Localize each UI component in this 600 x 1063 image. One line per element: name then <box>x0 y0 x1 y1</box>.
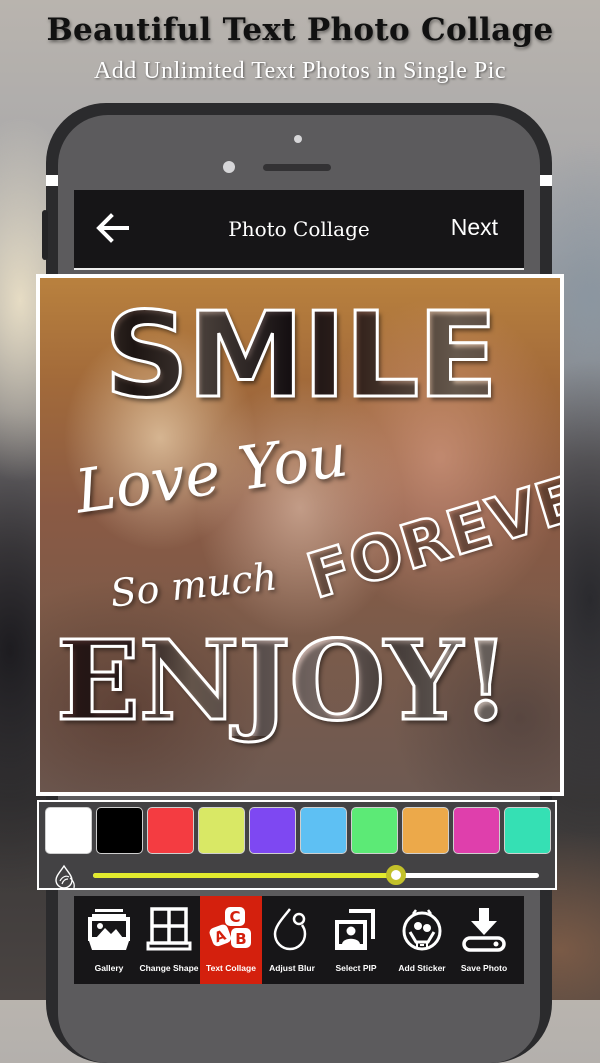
color-swatch[interactable] <box>96 807 143 854</box>
promo-subtitle: Add Unlimited Text Photos in Single Pic <box>93 58 507 84</box>
promo-title: Beautiful Text Photo Collage <box>46 12 554 48</box>
phone-side-marker-left <box>46 175 58 186</box>
gallery-icon <box>88 909 130 950</box>
proximity-sensor-icon <box>223 161 235 173</box>
slider-fill <box>93 873 397 878</box>
svg-text:B: B <box>235 930 246 948</box>
app-bar: Photo Collage Next <box>74 190 524 270</box>
color-swatch[interactable] <box>198 807 245 854</box>
color-swatch[interactable] <box>402 807 449 854</box>
collage-text-enjoy[interactable]: ENJOY! <box>54 624 511 737</box>
download-icon <box>462 908 506 952</box>
phone-volume-button <box>42 210 48 260</box>
window-grid-icon <box>146 907 192 951</box>
tool-save-photo[interactable]: Save Photo <box>454 896 514 984</box>
pip-photo-icon <box>335 909 375 950</box>
blur-drop-icon <box>273 908 307 951</box>
color-swatch[interactable] <box>45 807 92 854</box>
earpiece-speaker-icon <box>263 164 331 171</box>
color-swatch[interactable] <box>249 807 296 854</box>
collage-text-smile[interactable]: SMILE <box>40 295 560 416</box>
color-swatch[interactable] <box>300 807 347 854</box>
collage-canvas[interactable]: SMILE Love You So much FOREVER ENJOY! <box>36 274 564 796</box>
color-swatch[interactable] <box>147 807 194 854</box>
abc-blocks-icon: C A B <box>209 907 251 948</box>
color-palette-panel <box>37 800 557 890</box>
collage-text-love-you[interactable]: Love You <box>71 420 352 527</box>
opacity-slider[interactable] <box>93 865 539 885</box>
color-swatch-row <box>45 807 551 854</box>
next-button[interactable]: Next <box>451 214 498 241</box>
slider-thumb[interactable] <box>386 865 407 885</box>
opacity-drop-icon <box>55 864 75 889</box>
bottom-toolbar: Gallery Change Shape C A B Text Collage … <box>74 896 524 984</box>
tool-adjust-blur[interactable]: Adjust Blur <box>262 896 322 984</box>
tool-change-shape[interactable]: Change Shape <box>138 896 200 984</box>
color-swatch[interactable] <box>504 807 551 854</box>
tool-gallery[interactable]: Gallery <box>80 896 138 984</box>
svg-text:C: C <box>229 908 240 926</box>
tool-add-sticker[interactable]: Add Sticker <box>390 896 454 984</box>
sticker-face-icon <box>402 909 442 951</box>
tool-select-pip[interactable]: Select PIP <box>322 896 390 984</box>
color-swatch[interactable] <box>351 807 398 854</box>
phone-side-marker-right <box>540 175 552 186</box>
color-swatch[interactable] <box>453 807 500 854</box>
front-camera-icon <box>294 135 302 143</box>
collage-text-so-much[interactable]: So much <box>108 554 279 615</box>
tool-text-collage[interactable]: C A B Text Collage <box>200 896 262 984</box>
tool-label: Save Photo <box>460 963 508 973</box>
